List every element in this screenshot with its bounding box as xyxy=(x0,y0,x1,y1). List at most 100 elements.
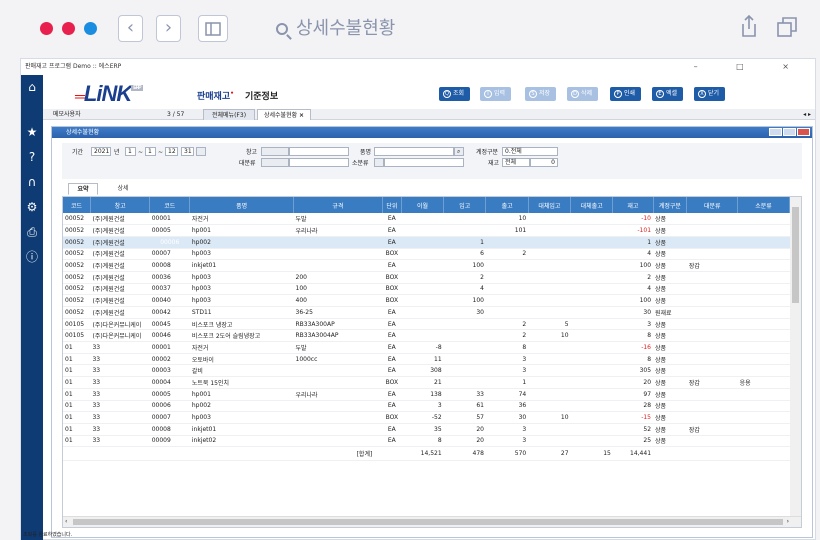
table-cell[interactable]: 36 xyxy=(485,400,529,413)
table-cell[interactable]: hp003 xyxy=(189,294,294,307)
table-cell[interactable] xyxy=(570,271,613,284)
table-cell[interactable]: BOX xyxy=(382,248,402,261)
table-row[interactable]: 00052 (주)계원건설 00036 hp003 200 BOX 2 2 상품 xyxy=(63,271,790,284)
table-cell[interactable]: 상품 xyxy=(653,341,687,354)
table-cell[interactable] xyxy=(570,364,613,378)
table-cell[interactable]: 우리나라 xyxy=(293,388,383,401)
table-cell[interactable]: EA xyxy=(382,224,402,237)
table-cell[interactable]: 20 xyxy=(443,435,486,448)
table-cell[interactable] xyxy=(293,236,383,249)
table-cell[interactable] xyxy=(737,435,790,448)
table-cell[interactable] xyxy=(737,271,790,284)
table-cell[interactable]: 33 xyxy=(90,435,150,448)
table-cell[interactable]: 33 xyxy=(90,353,150,366)
table-row[interactable]: 00052 (주)계원건설 00001 자전거 두발 EA 10 -10 상품 xyxy=(63,213,790,226)
table-cell[interactable] xyxy=(570,376,613,389)
table-cell[interactable]: 00045 xyxy=(149,318,190,331)
table-row[interactable]: 01 33 00004 노트북 15인치 BOX 21 1 20 상품 장갑 응용 xyxy=(63,376,790,389)
table-cell[interactable]: 100 xyxy=(443,259,486,272)
table-cell[interactable]: 4 xyxy=(443,283,486,296)
table-cell[interactable]: 57 xyxy=(443,411,486,424)
table-cell[interactable]: 00042 xyxy=(149,306,190,319)
table-cell[interactable]: 00046 xyxy=(149,329,190,343)
table-cell[interactable]: BOX xyxy=(382,283,402,296)
table-cell[interactable] xyxy=(570,294,613,307)
table-cell[interactable] xyxy=(737,329,790,343)
table-cell[interactable]: 10 xyxy=(485,213,529,226)
table-cell[interactable]: 00005 xyxy=(149,388,190,401)
table-cell[interactable]: 100 xyxy=(612,259,654,272)
table-cell[interactable] xyxy=(686,318,738,331)
menu-base-info[interactable]: 기준정보 xyxy=(245,89,278,102)
table-cell[interactable]: EA xyxy=(382,364,402,378)
window-controls[interactable]: – □ × xyxy=(694,59,807,75)
table-cell[interactable]: 00007 xyxy=(149,248,190,261)
column-header[interactable]: 이월 xyxy=(401,197,445,213)
table-cell[interactable]: 01 xyxy=(63,364,91,378)
table-cell[interactable]: 우리나라 xyxy=(293,224,383,237)
table-cell[interactable] xyxy=(528,294,571,307)
table-cell[interactable]: hp001 xyxy=(189,388,294,401)
table-cell[interactable]: 상품 xyxy=(653,224,687,237)
table-cell[interactable]: 00037 xyxy=(149,283,190,296)
month-to-field[interactable]: 12 xyxy=(165,147,178,156)
table-row[interactable]: 01 33 00006 hp002 EA 3 61 36 28 상품 xyxy=(63,400,790,413)
table-cell[interactable]: -16 xyxy=(612,341,654,354)
table-cell[interactable] xyxy=(737,400,790,413)
table-cell[interactable]: 상품 xyxy=(653,271,687,284)
horizontal-scroll-thumb[interactable] xyxy=(73,519,783,525)
table-cell[interactable]: 01 xyxy=(63,341,91,354)
table-cell[interactable]: -8 xyxy=(401,341,444,354)
table-cell[interactable]: hp002 xyxy=(189,236,294,249)
table-cell[interactable]: EA xyxy=(382,318,402,331)
table-cell[interactable]: 00052 xyxy=(63,236,91,249)
table-cell[interactable] xyxy=(570,318,613,331)
table-cell[interactable]: inkjet01 xyxy=(189,423,294,436)
table-cell[interactable]: 상품 xyxy=(653,411,687,424)
table-cell[interactable]: EA xyxy=(382,259,402,272)
table-cell[interactable] xyxy=(686,248,738,261)
table-cell[interactable] xyxy=(528,423,571,436)
vertical-scrollbar[interactable] xyxy=(790,197,801,517)
table-cell[interactable]: 비스포크 냉장고 xyxy=(189,318,294,331)
table-row[interactable]: 00052 (주)계원건설 00042 STD11 36-25 EA 30 30 원재료 xyxy=(63,306,790,319)
table-cell[interactable]: 8 xyxy=(401,435,444,448)
table-cell[interactable]: EA xyxy=(382,213,402,226)
table-cell[interactable] xyxy=(293,411,383,424)
table-cell[interactable]: 01 xyxy=(63,388,91,401)
address-bar[interactable]: 상세수불현황 xyxy=(276,14,666,44)
table-cell[interactable]: 상품 xyxy=(653,435,687,448)
table-cell[interactable]: 97 xyxy=(612,388,654,401)
table-cell[interactable]: 비스포크 2도어 슬림냉장고 xyxy=(189,329,294,343)
table-cell[interactable]: 200 xyxy=(293,271,383,284)
table-cell[interactable]: 1 xyxy=(612,236,654,249)
table-cell[interactable] xyxy=(686,271,738,284)
table-cell[interactable] xyxy=(570,435,613,448)
table-cell[interactable]: 원재료 xyxy=(653,306,687,319)
tab-all-menu[interactable]: 전체메뉴(F3) xyxy=(203,109,256,120)
table-cell[interactable]: 33 xyxy=(90,341,150,354)
table-cell[interactable]: 1000cc xyxy=(293,353,383,366)
table-cell[interactable]: 28 xyxy=(612,400,654,413)
table-row[interactable]: 01 33 00007 hp003 BOX -52 57 30 10 -15 상품 xyxy=(63,411,790,424)
column-header[interactable]: 재고 xyxy=(612,197,654,213)
table-cell[interactable] xyxy=(686,294,738,307)
table-cell[interactable] xyxy=(737,423,790,436)
table-row[interactable]: 01 33 00009 inkjet02 EA 8 20 3 25 상품 xyxy=(63,435,790,448)
category-small-name-field[interactable] xyxy=(384,158,464,167)
table-cell[interactable] xyxy=(293,259,383,272)
table-cell[interactable]: (주)다온커뮤니케이 xyxy=(90,318,150,331)
table-cell[interactable]: EA xyxy=(382,435,402,448)
table-cell[interactable]: 장갑 xyxy=(686,259,738,272)
table-cell[interactable]: 장갑 xyxy=(686,423,738,436)
table-cell[interactable] xyxy=(737,341,790,354)
forward-button[interactable]: › xyxy=(156,15,181,42)
table-cell[interactable]: EA xyxy=(382,306,402,319)
table-cell[interactable]: 01 xyxy=(63,411,91,424)
table-cell[interactable]: -10 xyxy=(612,213,654,226)
table-cell[interactable] xyxy=(570,236,613,249)
menu-sales-inventory[interactable]: 판매재고• xyxy=(197,89,234,102)
table-cell[interactable]: 00052 xyxy=(63,224,91,237)
table-cell[interactable]: STD11 xyxy=(189,306,294,319)
table-cell[interactable]: 00007 xyxy=(149,411,190,424)
